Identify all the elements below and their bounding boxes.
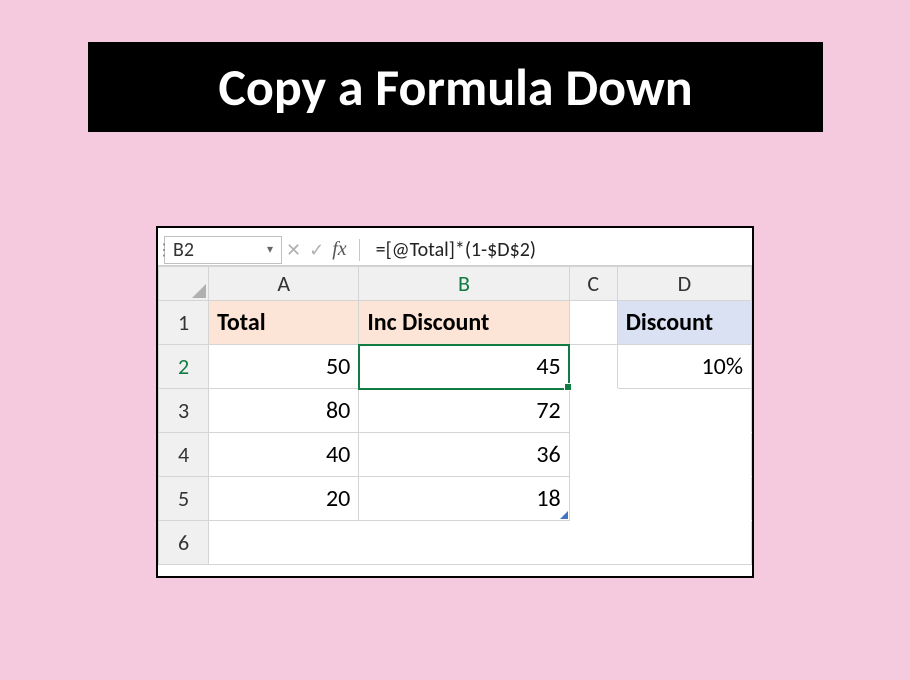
cell-a3[interactable]: 80 [209,389,359,433]
cell-c6[interactable] [569,521,617,565]
select-all-corner[interactable] [159,267,209,301]
cell-d6[interactable] [617,521,751,565]
cell-c5[interactable] [569,477,617,521]
name-box[interactable]: B2 ▾ [164,236,282,264]
cell-b6[interactable] [359,521,569,565]
cancel-icon[interactable]: ✕ [286,239,301,261]
row-header-3[interactable]: 3 [159,389,209,433]
cell-a1[interactable]: Total [209,301,359,345]
page-title: Copy a Formula Down [88,42,823,132]
column-header-c[interactable]: C [569,267,617,301]
chevron-down-icon[interactable]: ▾ [267,242,273,257]
cell-d3[interactable] [617,389,751,433]
spreadsheet-grid: A B C D 1 Total Inc Discount Discount 2 … [158,266,752,565]
row-header-1[interactable]: 1 [159,301,209,345]
cell-d4[interactable] [617,433,751,477]
cell-a2[interactable]: 50 [209,345,359,389]
divider [359,239,360,261]
cell-a5[interactable]: 20 [209,477,359,521]
cell-b3[interactable]: 72 [359,389,569,433]
cell-a4[interactable]: 40 [209,433,359,477]
name-box-value: B2 [173,238,194,262]
cell-c1[interactable] [569,301,617,345]
cell-d2[interactable]: 10% [617,345,751,389]
cell-b4[interactable]: 36 [359,433,569,477]
row-header-6[interactable]: 6 [159,521,209,565]
column-header-b[interactable]: B [359,267,569,301]
cell-d5[interactable] [617,477,751,521]
row-header-5[interactable]: 5 [159,477,209,521]
formula-bar: B2 ▾ ✕ ✓ fx =[@Total]*(1-$D$2) [158,228,752,266]
fx-icon[interactable]: fx [332,238,346,261]
cell-c4[interactable] [569,433,617,477]
column-header-a[interactable]: A [209,267,359,301]
excel-window: B2 ▾ ✕ ✓ fx =[@Total]*(1-$D$2) A B C D 1… [156,226,754,578]
cell-b1[interactable]: Inc Discount [359,301,569,345]
row-header-2[interactable]: 2 [159,345,209,389]
cell-d1[interactable]: Discount [617,301,751,345]
row-header-4[interactable]: 4 [159,433,209,477]
formula-bar-buttons: ✕ ✓ fx [282,238,351,261]
column-header-d[interactable]: D [617,267,751,301]
cell-c3[interactable] [569,389,617,433]
formula-input[interactable]: =[@Total]*(1-$D$2) [368,238,752,262]
cell-c2[interactable] [569,345,617,389]
enter-icon[interactable]: ✓ [309,239,324,261]
cell-b5[interactable]: 18 [359,477,569,521]
cell-b2[interactable]: 45 [359,345,569,389]
cell-a6[interactable] [209,521,359,565]
